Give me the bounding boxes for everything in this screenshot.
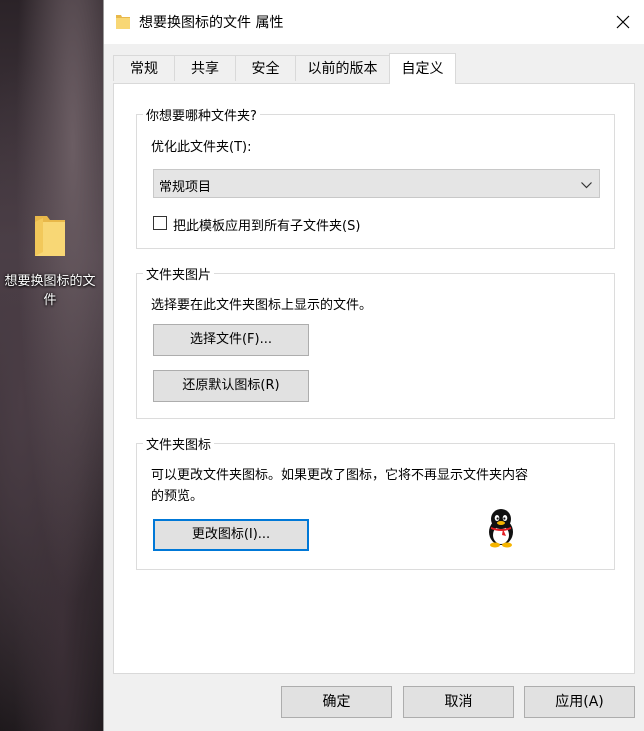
tab-general[interactable]: 常规 xyxy=(113,55,175,81)
dialog-title: 想要换图标的文件 属性 xyxy=(139,15,284,31)
restore-default-button[interactable]: 还原默认图标(R) xyxy=(153,370,309,402)
optimize-group: 你想要哪种文件夹? 优化此文件夹(T): 常规项目 把此模板应用到所有子文件夹(… xyxy=(136,105,615,249)
folder-type-select[interactable]: 常规项目 xyxy=(153,169,600,198)
tab-security[interactable]: 安全 xyxy=(235,55,296,81)
select-value: 常规项目 xyxy=(159,180,212,195)
desktop-background: 想要换图标的文件 xyxy=(0,0,104,731)
tab-previous-versions[interactable]: 以前的版本 xyxy=(295,55,390,81)
folder-picture-group: 文件夹图片 选择要在此文件夹图标上显示的文件。 选择文件(F)... 还原默认图… xyxy=(136,264,615,419)
chevron-down-icon xyxy=(581,178,592,193)
desktop-folder-label: 想要换图标的文件 xyxy=(4,274,96,308)
close-button[interactable] xyxy=(609,8,637,36)
icon-description-line1: 可以更改文件夹图标。如果更改了图标，它将不再显示文件夹内容 xyxy=(151,468,529,483)
apply-subfolders-checkbox[interactable] xyxy=(153,216,167,230)
change-icon-button[interactable]: 更改图标(I)... xyxy=(153,519,309,551)
title-bar: 想要换图标的文件 属性 xyxy=(104,0,644,44)
folder-icon xyxy=(116,13,130,33)
tab-customize[interactable]: 自定义 xyxy=(389,53,456,84)
desktop-folder[interactable]: 想要换图标的文件 xyxy=(0,212,100,310)
group-title: 文件夹图标 xyxy=(143,434,215,453)
folder-icon-group: 文件夹图标 可以更改文件夹图标。如果更改了图标，它将不再显示文件夹内容 的预览。… xyxy=(136,434,615,570)
optimize-label: 优化此文件夹(T): xyxy=(151,140,252,155)
ok-button[interactable]: 确定 xyxy=(281,686,392,718)
group-title: 文件夹图片 xyxy=(143,264,215,283)
properties-dialog: 想要换图标的文件 属性 常规 共享 安全 以前的版本 自定义 你想要哪种文件夹?… xyxy=(103,0,644,731)
tab-sharing[interactable]: 共享 xyxy=(174,55,236,81)
cancel-button[interactable]: 取消 xyxy=(403,686,514,718)
icon-description-line2: 的预览。 xyxy=(151,489,204,504)
choose-file-button[interactable]: 选择文件(F)... xyxy=(153,324,309,356)
picture-description: 选择要在此文件夹图标上显示的文件。 xyxy=(151,298,373,313)
folder-icon xyxy=(33,212,67,258)
qq-penguin-icon xyxy=(484,508,518,552)
customize-panel: 你想要哪种文件夹? 优化此文件夹(T): 常规项目 把此模板应用到所有子文件夹(… xyxy=(113,83,635,674)
apply-subfolders-label[interactable]: 把此模板应用到所有子文件夹(S) xyxy=(173,215,360,234)
group-title: 你想要哪种文件夹? xyxy=(143,105,260,124)
apply-button[interactable]: 应用(A) xyxy=(524,686,635,718)
close-icon xyxy=(616,15,630,29)
